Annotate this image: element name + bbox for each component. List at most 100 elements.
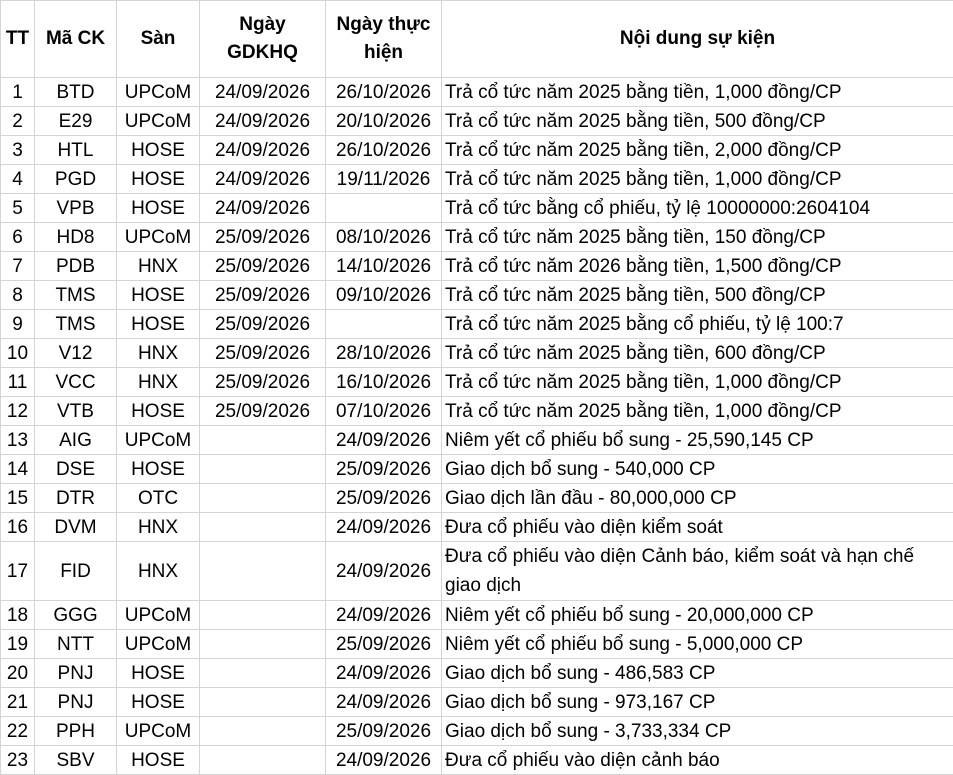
cell-san: HNX bbox=[117, 513, 200, 542]
cell-san: HOSE bbox=[117, 659, 200, 688]
table-row: 3HTLHOSE24/09/202626/10/2026Trả cổ tức n… bbox=[1, 136, 953, 165]
cell-ma-ck: PGD bbox=[35, 165, 117, 194]
cell-tt: 12 bbox=[1, 397, 35, 426]
cell-tt: 4 bbox=[1, 165, 35, 194]
cell-ma-ck: PNJ bbox=[35, 688, 117, 717]
cell-ngay-thuc-hien: 26/10/2026 bbox=[326, 78, 442, 107]
cell-ma-ck: TMS bbox=[35, 281, 117, 310]
table-row: 16DVMHNX24/09/2026Đưa cổ phiếu vào diện … bbox=[1, 513, 953, 542]
cell-noi-dung: Trả cổ tức năm 2026 bằng tiền, 1,500 đồn… bbox=[442, 252, 953, 281]
cell-ngay-gdkhq bbox=[200, 688, 326, 717]
cell-ngay-thuc-hien: 24/09/2026 bbox=[326, 746, 442, 775]
cell-ngay-thuc-hien: 24/09/2026 bbox=[326, 542, 442, 601]
cell-tt: 20 bbox=[1, 659, 35, 688]
cell-noi-dung: Trả cổ tức bằng cổ phiếu, tỷ lệ 10000000… bbox=[442, 194, 953, 223]
cell-san: HOSE bbox=[117, 688, 200, 717]
cell-ngay-gdkhq: 25/09/2026 bbox=[200, 252, 326, 281]
header-row: TT Mã CK Sàn Ngày GDKHQ Ngày thực hiện N… bbox=[1, 1, 953, 78]
cell-tt: 6 bbox=[1, 223, 35, 252]
cell-ma-ck: DSE bbox=[35, 455, 117, 484]
cell-noi-dung: Đưa cổ phiếu vào diện kiểm soát bbox=[442, 513, 953, 542]
cell-noi-dung: Giao dịch bổ sung - 973,167 CP bbox=[442, 688, 953, 717]
cell-san: HOSE bbox=[117, 281, 200, 310]
table-row: 8TMSHOSE25/09/202609/10/2026Trả cổ tức n… bbox=[1, 281, 953, 310]
cell-tt: 7 bbox=[1, 252, 35, 281]
cell-ngay-thuc-hien: 14/10/2026 bbox=[326, 252, 442, 281]
cell-tt: 3 bbox=[1, 136, 35, 165]
header-ngay-gdkhq: Ngày GDKHQ bbox=[200, 1, 326, 78]
header-ngay-thuc-hien: Ngày thực hiện bbox=[326, 1, 442, 78]
cell-tt: 15 bbox=[1, 484, 35, 513]
cell-ma-ck: VTB bbox=[35, 397, 117, 426]
cell-tt: 21 bbox=[1, 688, 35, 717]
cell-ngay-gdkhq: 25/09/2026 bbox=[200, 310, 326, 339]
cell-noi-dung: Niêm yết cổ phiếu bổ sung - 20,000,000 C… bbox=[442, 601, 953, 630]
cell-noi-dung: Đưa cổ phiếu vào diện cảnh báo bbox=[442, 746, 953, 775]
cell-tt: 10 bbox=[1, 339, 35, 368]
cell-san: HOSE bbox=[117, 455, 200, 484]
cell-ngay-gdkhq bbox=[200, 717, 326, 746]
table-row: 17FIDHNX24/09/2026Đưa cổ phiếu vào diện … bbox=[1, 542, 953, 601]
cell-tt: 5 bbox=[1, 194, 35, 223]
cell-ngay-gdkhq bbox=[200, 630, 326, 659]
cell-ngay-gdkhq: 24/09/2026 bbox=[200, 194, 326, 223]
cell-san: UPCoM bbox=[117, 630, 200, 659]
cell-noi-dung: Giao dịch lần đầu - 80,000,000 CP bbox=[442, 484, 953, 513]
cell-ngay-gdkhq bbox=[200, 455, 326, 484]
cell-san: HNX bbox=[117, 542, 200, 601]
cell-noi-dung: Giao dịch bổ sung - 486,583 CP bbox=[442, 659, 953, 688]
cell-ma-ck: PDB bbox=[35, 252, 117, 281]
cell-ma-ck: E29 bbox=[35, 107, 117, 136]
cell-ma-ck: DVM bbox=[35, 513, 117, 542]
cell-san: OTC bbox=[117, 484, 200, 513]
cell-ngay-gdkhq bbox=[200, 659, 326, 688]
table-row: 6HD8UPCoM25/09/202608/10/2026Trả cổ tức … bbox=[1, 223, 953, 252]
cell-ngay-thuc-hien: 25/09/2026 bbox=[326, 455, 442, 484]
cell-ngay-thuc-hien bbox=[326, 310, 442, 339]
events-table: TT Mã CK Sàn Ngày GDKHQ Ngày thực hiện N… bbox=[0, 0, 953, 775]
cell-noi-dung: Trả cổ tức năm 2025 bằng tiền, 1,000 đồn… bbox=[442, 397, 953, 426]
cell-san: UPCoM bbox=[117, 717, 200, 746]
table-row: 12VTBHOSE25/09/202607/10/2026Trả cổ tức … bbox=[1, 397, 953, 426]
cell-noi-dung: Đưa cổ phiếu vào diện Cảnh báo, kiểm soá… bbox=[442, 542, 953, 601]
cell-ngay-gdkhq: 24/09/2026 bbox=[200, 78, 326, 107]
cell-ngay-thuc-hien: 25/09/2026 bbox=[326, 717, 442, 746]
cell-ngay-thuc-hien: 08/10/2026 bbox=[326, 223, 442, 252]
cell-tt: 18 bbox=[1, 601, 35, 630]
cell-ngay-gdkhq: 25/09/2026 bbox=[200, 281, 326, 310]
table-row: 23SBVHOSE24/09/2026Đưa cổ phiếu vào diện… bbox=[1, 746, 953, 775]
cell-san: UPCoM bbox=[117, 78, 200, 107]
cell-ngay-thuc-hien: 24/09/2026 bbox=[326, 426, 442, 455]
table-row: 2E29UPCoM24/09/202620/10/2026Trả cổ tức … bbox=[1, 107, 953, 136]
cell-ngay-thuc-hien: 25/09/2026 bbox=[326, 484, 442, 513]
cell-ngay-thuc-hien bbox=[326, 194, 442, 223]
cell-ngay-gdkhq: 25/09/2026 bbox=[200, 223, 326, 252]
cell-ma-ck: SBV bbox=[35, 746, 117, 775]
header-san: Sàn bbox=[117, 1, 200, 78]
cell-san: UPCoM bbox=[117, 601, 200, 630]
cell-noi-dung: Trả cổ tức năm 2025 bằng tiền, 1,000 đồn… bbox=[442, 368, 953, 397]
cell-ngay-thuc-hien: 20/10/2026 bbox=[326, 107, 442, 136]
cell-san: UPCoM bbox=[117, 223, 200, 252]
cell-ngay-gdkhq bbox=[200, 746, 326, 775]
cell-ma-ck: PPH bbox=[35, 717, 117, 746]
cell-ngay-gdkhq: 24/09/2026 bbox=[200, 107, 326, 136]
cell-noi-dung: Trả cổ tức năm 2025 bằng tiền, 500 đồng/… bbox=[442, 107, 953, 136]
cell-san: HOSE bbox=[117, 397, 200, 426]
cell-ngay-thuc-hien: 24/09/2026 bbox=[326, 601, 442, 630]
cell-ngay-thuc-hien: 07/10/2026 bbox=[326, 397, 442, 426]
cell-ma-ck: AIG bbox=[35, 426, 117, 455]
table-row: 11VCCHNX25/09/202616/10/2026Trả cổ tức n… bbox=[1, 368, 953, 397]
cell-ma-ck: V12 bbox=[35, 339, 117, 368]
cell-ma-ck: TMS bbox=[35, 310, 117, 339]
cell-ma-ck: VPB bbox=[35, 194, 117, 223]
table-row: 22PPHUPCoM25/09/2026Giao dịch bổ sung - … bbox=[1, 717, 953, 746]
cell-noi-dung: Trả cổ tức năm 2025 bằng tiền, 1,000 đồn… bbox=[442, 78, 953, 107]
cell-ma-ck: GGG bbox=[35, 601, 117, 630]
cell-ngay-gdkhq bbox=[200, 484, 326, 513]
cell-tt: 1 bbox=[1, 78, 35, 107]
cell-noi-dung: Giao dịch bổ sung - 540,000 CP bbox=[442, 455, 953, 484]
cell-san: UPCoM bbox=[117, 107, 200, 136]
table-row: 5VPBHOSE24/09/2026Trả cổ tức bằng cổ phi… bbox=[1, 194, 953, 223]
cell-ma-ck: HD8 bbox=[35, 223, 117, 252]
